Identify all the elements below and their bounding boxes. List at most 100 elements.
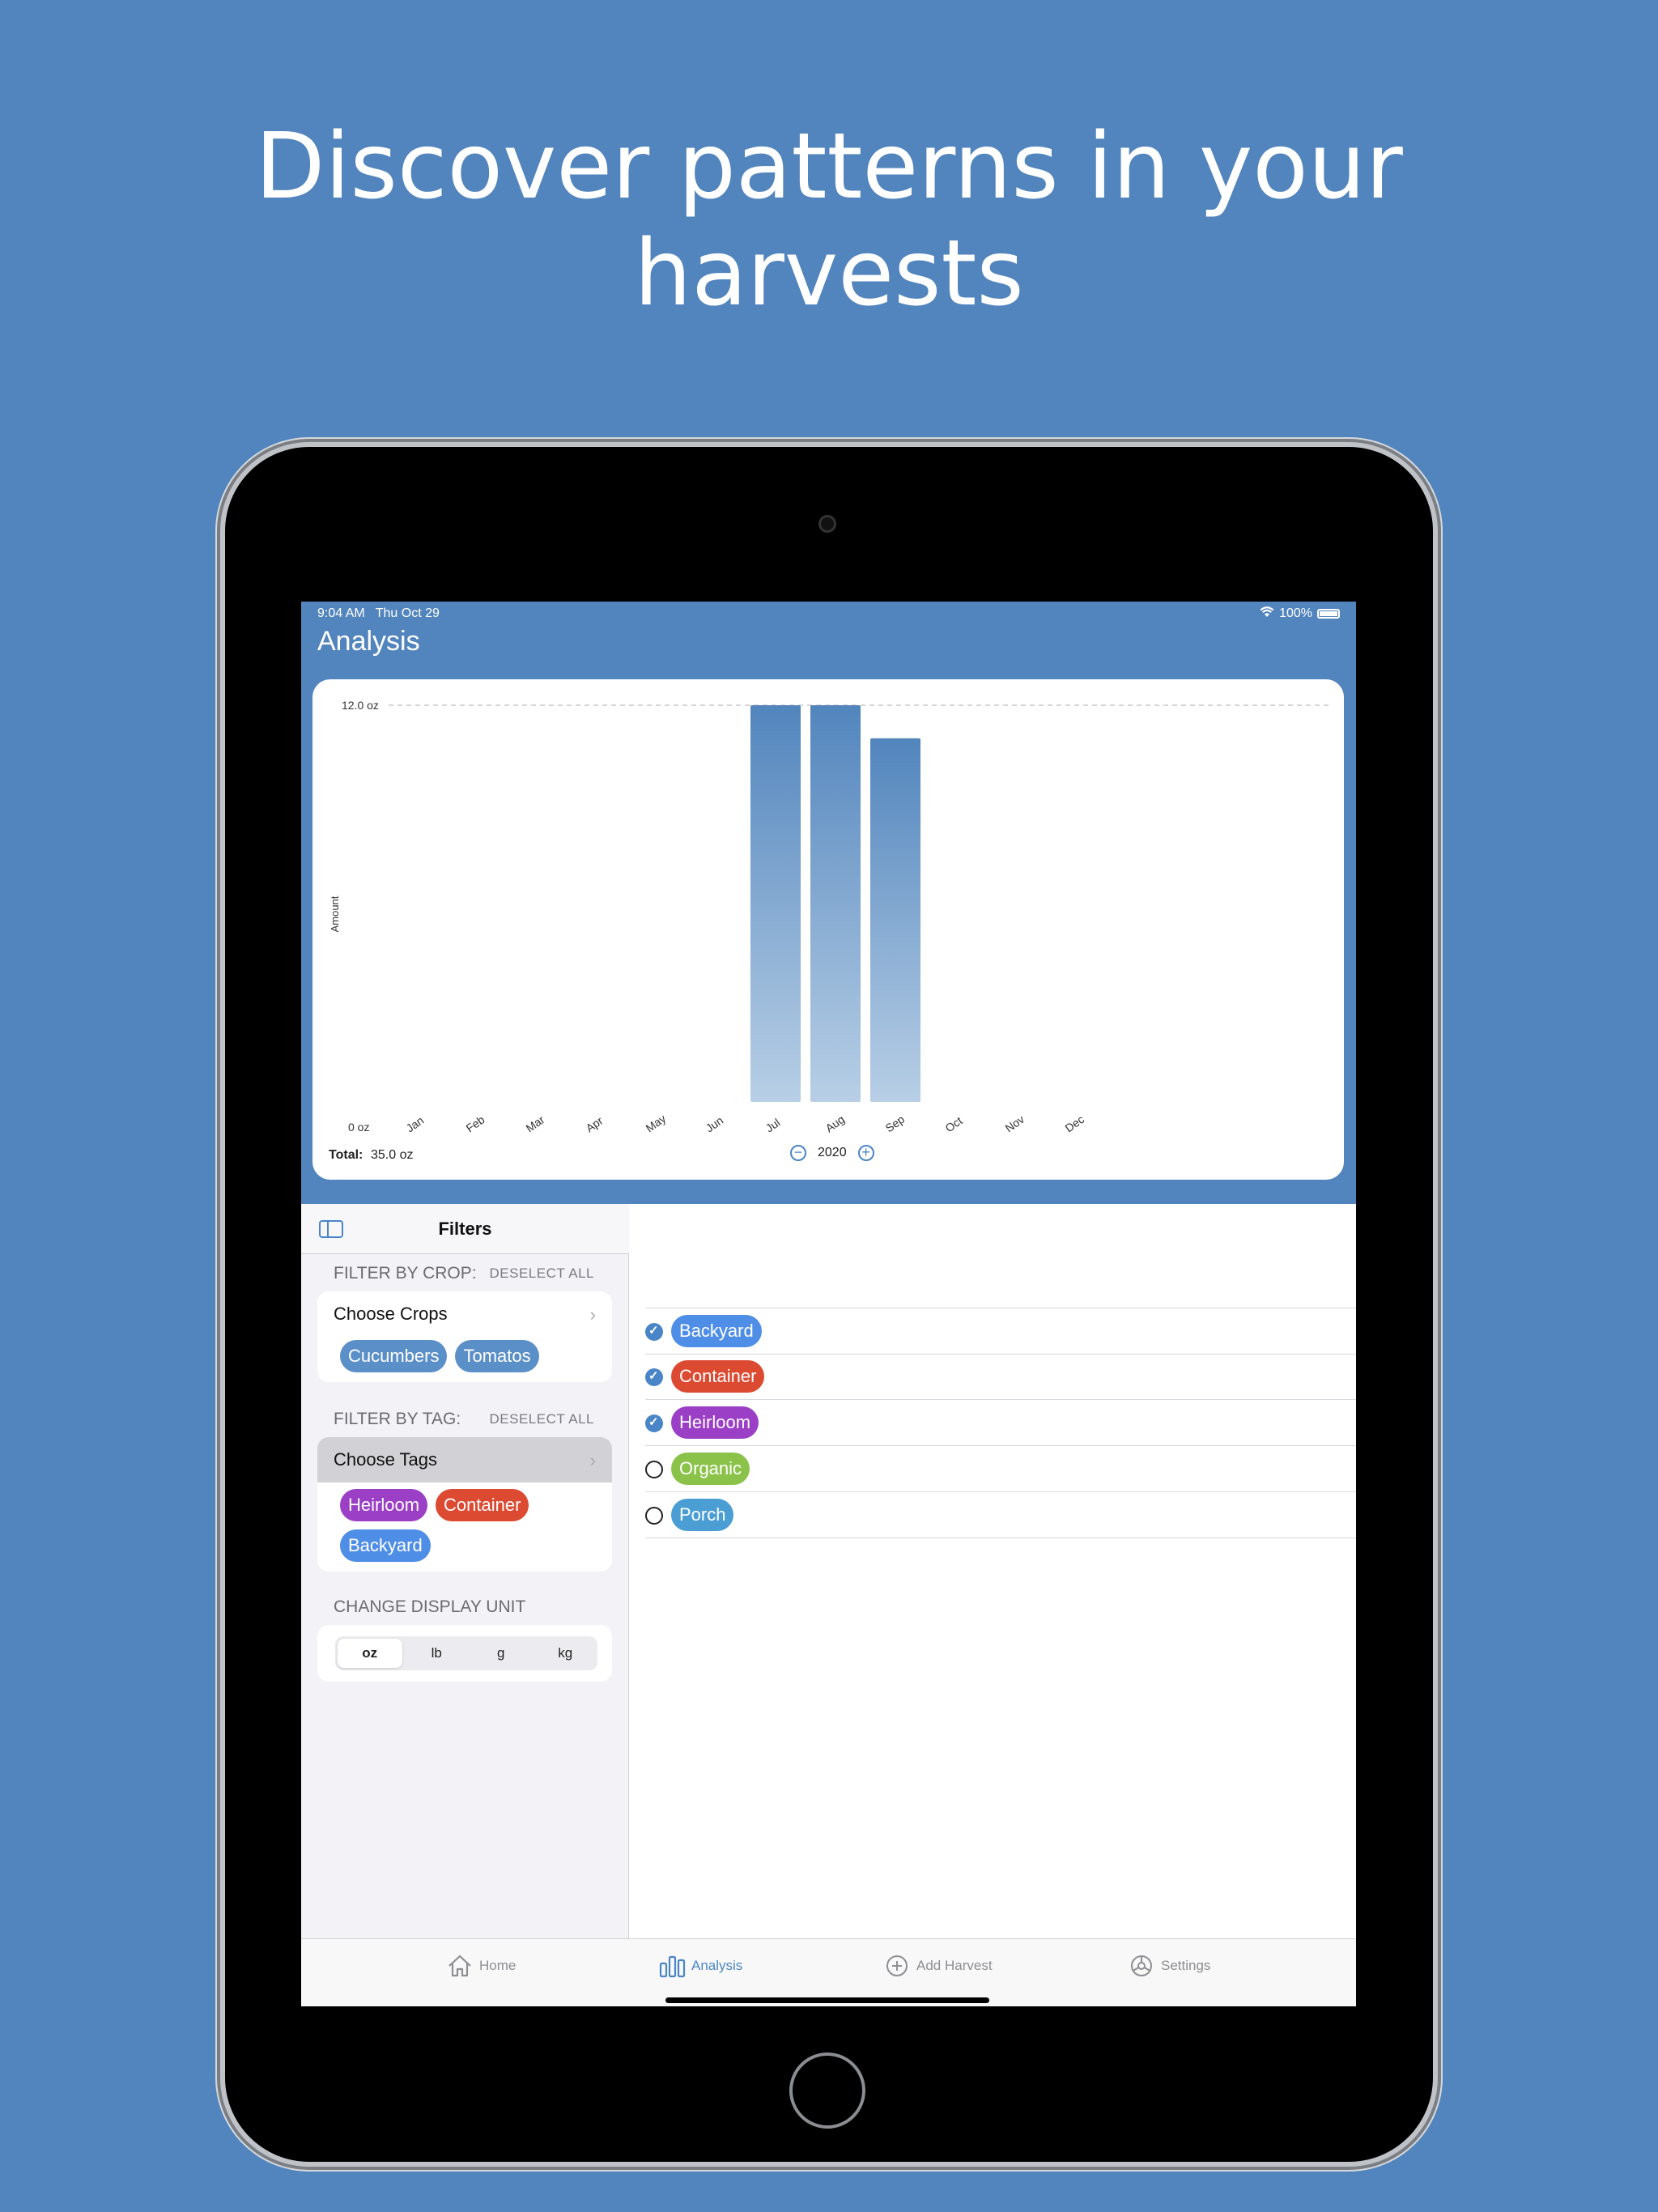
y-tick-label: 12.0 oz — [342, 699, 379, 712]
year-label: 2020 — [818, 1146, 847, 1159]
unit-segmented-control: oz lb g kg — [335, 1636, 597, 1670]
headline-line-2: harvests — [634, 221, 1024, 326]
crop-chips: Cucumbers Tomatos — [317, 1337, 612, 1382]
analysis-header: 9:04 AM Thu Oct 29 100% Analysis 12.0 oz… — [301, 602, 1356, 1204]
tag-row[interactable]: Porch — [645, 1492, 1356, 1538]
year-control: − 2020 + — [790, 1145, 874, 1161]
filters-sidebar: Filters FILTER BY CROP: DESELECT ALL Cho… — [301, 1204, 629, 1938]
tag-row[interactable]: Backyard — [645, 1308, 1356, 1355]
bar-sep[interactable] — [870, 738, 920, 1102]
headline: Discover patterns in your harvests — [0, 113, 1658, 327]
x-tick-label: Jun — [704, 1113, 726, 1134]
crop-filter-header: FILTER BY CROP: — [334, 1264, 477, 1283]
harvest-chart-card: 12.0 oz 0 oz Amount Jan Feb Mar Apr May Jun Jul Au… — [312, 679, 1344, 1180]
harvest-bar-chart: 12.0 oz 0 oz Amount Jan Feb Mar Apr May Jun Jul Au… — [329, 699, 1329, 1135]
headline-line-1: Discover patterns in your — [255, 114, 1403, 219]
unit-option-lb[interactable]: lb — [405, 1636, 470, 1670]
x-tick-label: Sep — [883, 1112, 908, 1135]
camera — [818, 515, 836, 533]
tag-row[interactable]: Heirloom — [645, 1400, 1356, 1446]
crop-chip[interactable]: Cucumbers — [340, 1340, 448, 1372]
page-title: Analysis — [317, 626, 420, 657]
x-tick-label: Nov — [1003, 1112, 1027, 1134]
choose-tags-row[interactable]: Choose Tags › — [317, 1437, 612, 1482]
total-value: 35.0 oz — [371, 1148, 414, 1162]
x-tick-label: Feb — [464, 1112, 487, 1134]
tag-row[interactable]: Container — [645, 1354, 1356, 1400]
tag-label: Porch — [671, 1499, 734, 1531]
crop-deselect-all-button[interactable]: DESELECT ALL — [490, 1266, 594, 1282]
gear-icon — [1129, 1954, 1154, 1978]
tag-label: Container — [671, 1360, 765, 1393]
checkmark-circle-icon[interactable] — [645, 1414, 663, 1432]
y-tick-label: 0 oz — [348, 1121, 369, 1134]
filters-split-view: Filters FILTER BY CROP: DESELECT ALL Cho… — [301, 1204, 1356, 1938]
empty-circle-icon[interactable] — [645, 1461, 663, 1478]
choose-tags-label: Choose Tags — [334, 1449, 438, 1470]
tag-row[interactable]: Organic — [645, 1446, 1356, 1492]
x-tick-label: Apr — [584, 1114, 606, 1135]
x-tick-label: Oct — [943, 1114, 965, 1135]
chevron-right-icon: › — [589, 1450, 596, 1470]
tab-home[interactable]: Home — [447, 1954, 516, 1978]
home-hardware-button[interactable] — [789, 2052, 865, 2129]
unit-option-g[interactable]: g — [469, 1636, 534, 1670]
status-date: Thu Oct 29 — [375, 606, 440, 620]
unit-option-kg[interactable]: kg — [534, 1636, 598, 1670]
x-tick-label: Aug — [823, 1112, 848, 1134]
unit-group: oz lb g kg — [317, 1625, 612, 1682]
unit-option-oz[interactable]: oz — [338, 1639, 402, 1668]
tag-chip[interactable]: Container — [436, 1489, 529, 1521]
x-tick-label: Jan — [404, 1113, 427, 1134]
checkmark-circle-icon[interactable] — [645, 1368, 663, 1386]
tag-list: Backyard Container Heirloom Organic Porc… — [629, 1204, 1356, 1938]
tab-settings[interactable]: Settings — [1129, 1954, 1210, 1978]
tab-analysis[interactable]: Analysis — [659, 1954, 742, 1978]
plus-circle-icon — [884, 1954, 910, 1978]
tab-add-harvest[interactable]: Add Harvest — [884, 1954, 993, 1978]
tag-chip[interactable]: Heirloom — [340, 1489, 428, 1521]
tab-bar: Home Analysis Add Harvest Settings — [301, 1938, 1356, 2006]
sidebar-header: Filters — [301, 1204, 629, 1254]
choose-crops-row[interactable]: Choose Crops › — [317, 1291, 612, 1337]
sidebar-title: Filters — [438, 1219, 492, 1239]
tag-label: Organic — [671, 1453, 750, 1485]
home-indicator — [665, 1997, 989, 2003]
tag-deselect-all-button[interactable]: DESELECT ALL — [490, 1411, 594, 1427]
crop-filter-group: Choose Crops › Cucumbers Tomatos — [317, 1291, 612, 1382]
chart-footer: Total: 35.0 oz − 2020 + — [329, 1145, 1328, 1169]
x-tick-label: Jul — [763, 1116, 783, 1134]
choose-crops-label: Choose Crops — [334, 1304, 448, 1324]
app-screen: 9:04 AM Thu Oct 29 100% Analysis 12.0 oz… — [301, 602, 1356, 2006]
bar-jul[interactable] — [750, 705, 801, 1102]
house-icon — [447, 1954, 473, 1978]
empty-circle-icon[interactable] — [645, 1507, 663, 1525]
x-tick-label: May — [644, 1112, 669, 1134]
tag-filter-group: Choose Tags › Heirloom Container Backyar… — [317, 1437, 612, 1572]
tag-filter-header: FILTER BY TAG: — [334, 1410, 461, 1428]
bar-chart-icon — [659, 1954, 686, 1978]
y-axis-label: Amount — [329, 895, 341, 932]
tab-add-harvest-label: Add Harvest — [916, 1958, 993, 1973]
previous-year-button[interactable]: − — [790, 1145, 806, 1161]
tag-label: Heirloom — [671, 1406, 759, 1439]
next-year-button[interactable]: + — [857, 1145, 874, 1161]
chevron-right-icon: › — [589, 1304, 596, 1325]
unit-header: CHANGE DISPLAY UNIT — [334, 1597, 526, 1616]
tag-chips: Heirloom Container Backyard — [317, 1482, 576, 1572]
battery-percent: 100% — [1279, 606, 1312, 620]
bar-aug[interactable] — [810, 705, 861, 1102]
status-time: 9:04 AM — [317, 606, 365, 620]
battery-icon — [1317, 609, 1340, 619]
tab-analysis-label: Analysis — [691, 1958, 743, 1973]
tab-home-label: Home — [479, 1958, 517, 1973]
total-label: Total: — [329, 1148, 363, 1162]
crop-chip[interactable]: Tomatos — [455, 1340, 539, 1372]
wifi-icon — [1260, 606, 1274, 622]
tab-settings-label: Settings — [1161, 1958, 1211, 1973]
x-tick-label: Dec — [1063, 1112, 1087, 1134]
tag-label: Backyard — [671, 1315, 762, 1347]
checkmark-circle-icon[interactable] — [645, 1323, 663, 1341]
tag-chip[interactable]: Backyard — [340, 1529, 431, 1562]
status-bar: 9:04 AM Thu Oct 29 100% — [317, 605, 1340, 623]
